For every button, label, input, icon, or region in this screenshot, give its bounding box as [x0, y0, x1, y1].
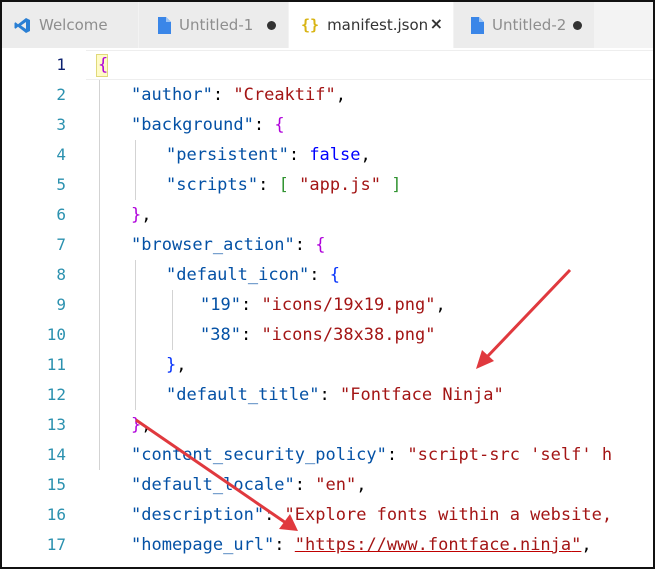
token-key: "default_locale" — [131, 475, 295, 495]
code-line: "default_title": "Fontface Ninja" — [166, 385, 504, 405]
token-key: "19" — [200, 295, 241, 315]
tab-untitled-2[interactable]: Untitled-2 — [454, 2, 595, 48]
tab-bar: Welcome Untitled-1 {} manifest.json × Un… — [2, 2, 653, 48]
code-line: "default_locale": "en", — [131, 475, 367, 495]
code-line: "browser_action": { — [131, 235, 326, 255]
token-key: "description" — [131, 505, 265, 525]
line-number: 4 — [56, 145, 66, 164]
token-key: "author" — [131, 85, 213, 105]
line-number: 12 — [46, 385, 66, 404]
code-line: "persistent": false, — [166, 145, 371, 165]
token-string: "app.js" — [299, 175, 381, 195]
code-line: { — [98, 50, 108, 80]
token-brace: } — [131, 415, 142, 435]
line-number: 10 — [46, 325, 66, 344]
token-brace: { — [274, 115, 285, 135]
code-line: "background": { — [131, 115, 285, 135]
token-key: "persistent" — [166, 145, 289, 165]
token-bracket: [ — [278, 175, 289, 195]
token-brace: } — [166, 355, 177, 375]
tab-bar-empty — [595, 2, 653, 48]
code-line: }, — [131, 205, 152, 225]
vscode-logo-icon — [14, 17, 31, 34]
close-icon[interactable]: × — [430, 14, 443, 33]
tab-untitled-1[interactable]: Untitled-1 — [139, 2, 289, 48]
token-key: "default_icon" — [166, 265, 310, 285]
token-bracket: ] — [391, 175, 402, 195]
line-number: 16 — [46, 505, 66, 524]
token-string: "Explore fonts within a website, — [284, 505, 613, 525]
code-line: "description": "Explore fonts within a w… — [131, 505, 613, 525]
tab-welcome[interactable]: Welcome — [2, 2, 139, 48]
line-number: 2 — [56, 85, 66, 104]
tab-manifest-json[interactable]: {} manifest.json × — [289, 2, 454, 48]
line-number: 15 — [46, 475, 66, 494]
line-number: 14 — [46, 445, 66, 464]
token-key: "38" — [200, 325, 241, 345]
code-line: "default_icon": { — [166, 265, 341, 285]
code-line: "author": "Creaktif", — [131, 85, 346, 105]
token-key: "homepage_url" — [131, 535, 275, 555]
unsaved-dot-icon[interactable] — [267, 21, 276, 30]
tab-label: Welcome — [39, 16, 108, 34]
token-string: "en" — [315, 475, 357, 495]
file-icon — [157, 16, 171, 34]
token-key: "content_security_policy" — [131, 445, 387, 465]
token-keyword: false — [309, 145, 361, 165]
token-brace: } — [131, 205, 142, 225]
json-braces-icon: {} — [301, 16, 320, 34]
code-line: "content_security_policy": "script-src '… — [131, 445, 613, 465]
code-line: }, — [131, 415, 152, 435]
tab-label: Untitled-1 — [179, 16, 254, 34]
code-line: "homepage_url": "https://www.fontface.ni… — [131, 535, 592, 555]
token-string: "script-src 'self' h — [407, 445, 613, 465]
token-string: "icons/19x19.png" — [261, 295, 436, 315]
file-icon — [470, 16, 484, 34]
line-number: 11 — [46, 355, 66, 374]
token-string: "icons/38x38.png" — [261, 325, 436, 345]
token-string: "Creaktif" — [233, 85, 336, 105]
line-number: 7 — [56, 235, 66, 254]
unsaved-dot-icon[interactable] — [573, 21, 582, 30]
token-key: "background" — [131, 115, 254, 135]
token-key: "scripts" — [166, 175, 259, 195]
token-string: "Fontface Ninja" — [340, 385, 504, 405]
line-number: 5 — [56, 175, 66, 194]
code-line: }, — [166, 355, 187, 375]
editor-window: Welcome Untitled-1 {} manifest.json × Un… — [0, 0, 655, 569]
line-number: 9 — [56, 295, 66, 314]
line-number: 3 — [56, 115, 66, 134]
token-brace: { — [315, 235, 326, 255]
line-number-gutter: 1 2 3 4 5 6 7 8 9 10 11 12 13 14 15 16 1… — [2, 48, 86, 567]
line-number: 17 — [46, 535, 66, 554]
line-number: 1 — [56, 55, 66, 74]
line-number: 13 — [46, 415, 66, 434]
token-brace: { — [98, 55, 109, 75]
code-line: "scripts": [ "app.js" ] — [166, 175, 402, 195]
code-lines[interactable]: { "author": "Creaktif", "background": { … — [98, 48, 653, 567]
token-brace: { — [329, 265, 341, 285]
tab-label: Untitled-2 — [492, 16, 567, 34]
line-number: 8 — [56, 265, 66, 284]
token-string: "https://www.fontface.ninja" — [294, 535, 582, 555]
code-line: "19": "icons/19x19.png", — [200, 295, 446, 315]
code-editor[interactable]: 1 2 3 4 5 6 7 8 9 10 11 12 13 14 15 16 1… — [2, 48, 653, 567]
code-line: "38": "icons/38x38.png" — [200, 325, 436, 345]
token-key: "browser_action" — [131, 235, 295, 255]
homepage-url-link[interactable]: https://www.fontface.ninja — [305, 535, 571, 555]
token-key: "default_title" — [166, 385, 320, 405]
tab-label: manifest.json — [327, 16, 429, 34]
line-number: 6 — [56, 205, 66, 224]
